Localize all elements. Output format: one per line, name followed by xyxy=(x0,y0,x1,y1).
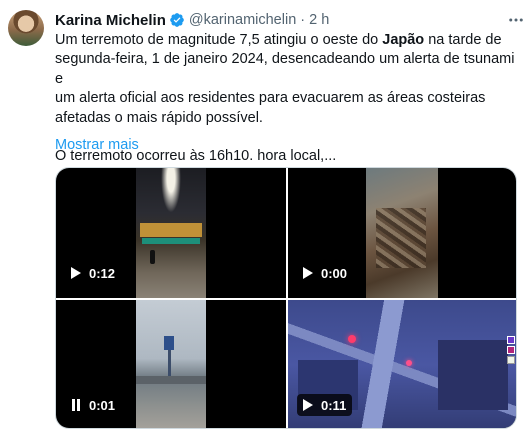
video-duration-badge: 0:01 xyxy=(65,394,122,416)
video-duration-badge: 0:11 xyxy=(297,394,353,416)
video-thumbnail xyxy=(366,168,438,298)
video-duration-badge: 0:12 xyxy=(65,262,122,284)
video-4[interactable]: 0:11 xyxy=(288,300,516,428)
avatar[interactable] xyxy=(8,10,44,46)
show-more-link[interactable]: Mostrar mais xyxy=(55,137,139,153)
pause-icon xyxy=(71,399,81,411)
author-handle[interactable]: @karinamichelin xyxy=(189,12,296,28)
text-line: afetadas o mais rápido possível. xyxy=(55,109,263,126)
play-icon xyxy=(303,267,313,279)
video-2[interactable]: 0:00 xyxy=(288,168,516,298)
play-icon xyxy=(71,267,81,279)
tweet-header: Karina Michelin @karinamichelin · 2 h xyxy=(55,10,329,30)
separator-dot: · xyxy=(300,12,306,28)
bold-word: Japão xyxy=(382,32,425,48)
media-grid: 0:12 0:00 0:01 0:11 xyxy=(55,167,517,429)
more-horizontal-icon[interactable] xyxy=(506,10,526,30)
tweet[interactable]: Karina Michelin @karinamichelin · 2 h Um… xyxy=(0,0,532,429)
video-thumbnail xyxy=(136,300,206,428)
text-line: um alerta oficial aos residentes para ev… xyxy=(55,90,486,107)
video-duration-badge: 0:00 xyxy=(297,262,354,284)
text-line: segunda-feira, 1 de janeiro 2024, desenc… xyxy=(55,51,515,87)
post-time[interactable]: 2 h xyxy=(309,12,329,28)
text-line: Um terremoto de magnitude 7,5 atingiu o … xyxy=(55,32,502,48)
video-3[interactable]: 0:01 xyxy=(56,300,286,428)
video-thumbnail xyxy=(136,168,206,298)
author-name[interactable]: Karina Michelin xyxy=(55,12,166,29)
video-1[interactable]: 0:12 xyxy=(56,168,286,298)
play-icon xyxy=(303,399,313,411)
verified-badge-icon xyxy=(169,12,185,28)
